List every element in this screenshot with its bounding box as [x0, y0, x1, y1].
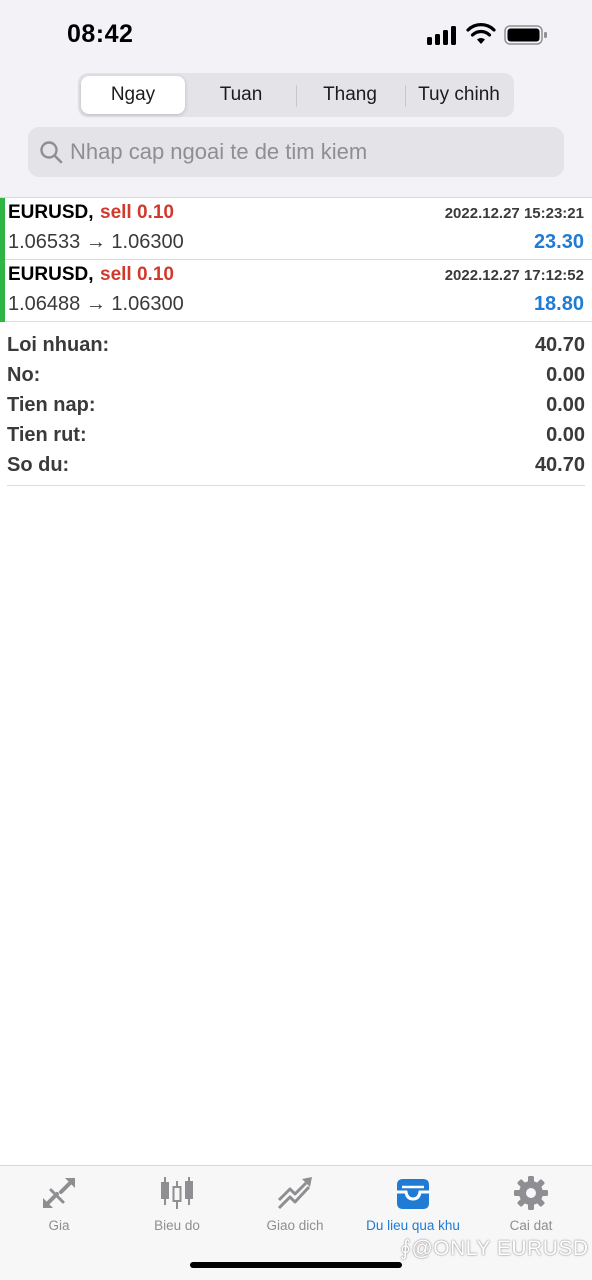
segment-ngay[interactable]: Ngay	[81, 76, 185, 114]
tab-label: Bieu do	[154, 1218, 200, 1233]
summary-row-debt: No: 0.00	[7, 360, 585, 390]
trade-symbol: EURUSD,	[8, 264, 94, 285]
period-segmented-control: Ngay Tuan Thang Tuy chinh	[78, 73, 514, 117]
home-indicator[interactable]	[190, 1262, 402, 1268]
summary-label: No:	[7, 363, 41, 386]
tab-gia[interactable]: Gia	[0, 1174, 118, 1238]
history-inbox-icon	[393, 1174, 433, 1212]
summary-label: Tien rut:	[7, 424, 87, 447]
search-icon	[40, 141, 63, 164]
trade-row[interactable]: EURUSD, sell 0.10 2022.12.27 15:23:21 1.…	[0, 198, 592, 260]
tab-cai-dat[interactable]: Cai dat	[472, 1174, 590, 1238]
summary-row-balance: So du: 40.70	[7, 451, 585, 481]
segment-divider	[405, 85, 406, 107]
trade-side: sell 0.10	[100, 264, 174, 285]
summary-value: 0.00	[546, 393, 585, 416]
position-indicator-bar	[0, 260, 5, 322]
status-bar: 08:42	[0, 0, 592, 70]
battery-icon	[504, 25, 547, 45]
summary-label: Loi nhuan:	[7, 333, 110, 356]
candlestick-chart-icon	[157, 1174, 197, 1212]
position-indicator-bar	[0, 198, 5, 260]
trade-time: 2022.12.27 17:12:52	[444, 267, 584, 284]
summary-value: 0.00	[546, 363, 585, 386]
search-bar	[28, 127, 564, 177]
segment-tuan[interactable]: Tuan	[189, 76, 293, 114]
summary-row-profit: Loi nhuan: 40.70	[7, 330, 585, 360]
search-input[interactable]	[70, 127, 550, 177]
summary-label: So du:	[7, 454, 70, 477]
watermark-text: @ONLY EURUSD	[411, 1237, 589, 1260]
segment-divider	[296, 85, 297, 107]
trade-profit: 23.30	[533, 231, 584, 253]
trade-side: sell 0.10	[100, 202, 174, 223]
tab-bieu-do[interactable]: Bieu do	[118, 1174, 236, 1238]
status-time: 08:42	[67, 20, 134, 48]
summary-row-withdrawal: Tien rut: 0.00	[7, 421, 585, 451]
wifi-icon	[466, 23, 496, 44]
summary-label: Tien nap:	[7, 393, 96, 416]
segment-tuy-chinh[interactable]: Tuy chinh	[407, 76, 511, 114]
watermark: ∮@ONLY EURUSD	[400, 1236, 589, 1261]
summary-value: 0.00	[546, 424, 585, 447]
account-summary: Loi nhuan: 40.70 No: 0.00 Tien nap: 0.00…	[7, 330, 585, 486]
segment-thang[interactable]: Thang	[298, 76, 402, 114]
gear-icon	[511, 1174, 551, 1212]
tab-label: Gia	[48, 1218, 70, 1233]
summary-row-deposit: Tien nap: 0.00	[7, 390, 585, 420]
trade-time: 2022.12.27 15:23:21	[444, 205, 584, 222]
trade-symbol: EURUSD,	[8, 202, 94, 223]
cellular-signal-icon	[427, 25, 459, 45]
header-area: 08:42 Ngay Tuan Thang Tuy chinh	[0, 0, 592, 198]
tab-label: Du lieu qua khu	[366, 1218, 460, 1233]
trade-prices: 1.06488 → 1.06300	[8, 293, 184, 315]
tab-label: Cai dat	[509, 1218, 553, 1233]
summary-value: 40.70	[534, 333, 585, 356]
trade-trend-icon	[275, 1174, 315, 1212]
trade-profit: 18.80	[533, 293, 584, 315]
tab-label: Giao dich	[266, 1218, 324, 1233]
tab-giao-dich[interactable]: Giao dich	[236, 1174, 354, 1238]
trade-prices: 1.06533 → 1.06300	[8, 231, 184, 253]
trade-row[interactable]: EURUSD, sell 0.10 2022.12.27 17:12:52 1.…	[0, 260, 592, 322]
tab-du-lieu-qua-khu[interactable]: Du lieu qua khu	[354, 1174, 472, 1238]
quotes-arrows-icon	[39, 1174, 79, 1212]
summary-value: 40.70	[534, 454, 585, 477]
watermark-logo-icon: ∮	[400, 1237, 412, 1260]
